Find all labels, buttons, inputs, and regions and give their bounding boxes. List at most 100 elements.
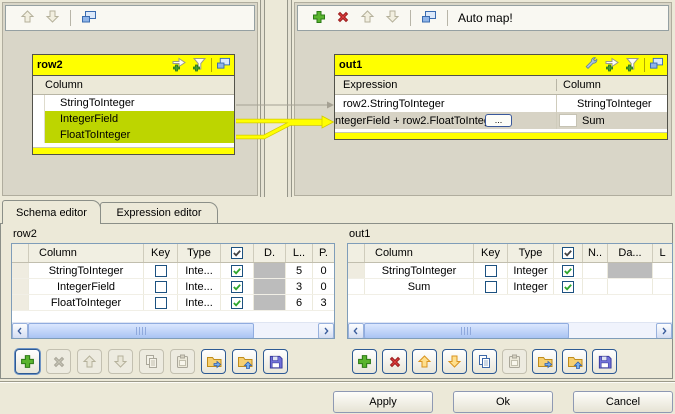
key-checkbox[interactable] bbox=[155, 297, 167, 309]
nullable-checkbox[interactable] bbox=[231, 281, 243, 293]
type-cell[interactable]: Inte... bbox=[178, 295, 221, 310]
key-checkbox[interactable] bbox=[485, 265, 497, 277]
h-scrollbar[interactable] bbox=[12, 322, 334, 338]
date-pattern-header[interactable]: D. bbox=[254, 244, 286, 262]
nullable-cell[interactable] bbox=[554, 279, 583, 294]
remove-icon[interactable] bbox=[336, 10, 350, 27]
move-up-button[interactable] bbox=[77, 349, 102, 374]
column-cell[interactable]: StringToInteger bbox=[365, 263, 474, 278]
row-header-cell[interactable] bbox=[348, 279, 365, 294]
key-cell[interactable] bbox=[144, 263, 178, 278]
scroll-left-button[interactable] bbox=[348, 323, 364, 339]
select-all-checkbox[interactable] bbox=[231, 247, 243, 259]
copy-button[interactable] bbox=[139, 349, 164, 374]
import-schema-button[interactable] bbox=[562, 349, 587, 374]
key-cell[interactable] bbox=[144, 279, 178, 294]
cell-editor-box[interactable] bbox=[559, 114, 577, 127]
schema-row[interactable]: FloatToInteger Inte... 6 3 bbox=[12, 295, 334, 311]
expression-cell[interactable]: ntegerField + row2.FloatToInteger ... bbox=[335, 112, 557, 129]
nullable-cell[interactable] bbox=[221, 263, 254, 278]
filter-icon[interactable] bbox=[624, 56, 640, 75]
scroll-left-button[interactable] bbox=[12, 323, 28, 339]
precision-cell[interactable]: 3 bbox=[313, 295, 334, 310]
tab-schema-editor[interactable]: Schema editor bbox=[2, 200, 101, 224]
column-header[interactable]: Column bbox=[365, 244, 474, 262]
nullable-checkbox[interactable] bbox=[562, 265, 574, 277]
nullable-cell[interactable] bbox=[221, 295, 254, 310]
precision-cell[interactable]: 0 bbox=[313, 279, 334, 294]
expression-builder-button[interactable]: ... bbox=[485, 114, 512, 127]
key-checkbox[interactable] bbox=[155, 281, 167, 293]
export-schema-button[interactable] bbox=[201, 349, 226, 374]
schema-row[interactable]: IntegerField Inte... 3 0 bbox=[12, 279, 334, 295]
nullable-check-header[interactable] bbox=[554, 244, 583, 262]
date-pattern-header[interactable]: Da... bbox=[608, 244, 653, 262]
length-cell[interactable] bbox=[653, 263, 672, 278]
select-all-checkbox[interactable] bbox=[562, 247, 574, 259]
apply-button[interactable]: Apply bbox=[333, 391, 433, 413]
type-cell[interactable]: Inte... bbox=[178, 279, 221, 294]
key-checkbox[interactable] bbox=[155, 265, 167, 277]
h-scrollbar[interactable] bbox=[348, 322, 672, 338]
nullable-header[interactable] bbox=[221, 244, 254, 262]
import-schema-button[interactable] bbox=[232, 349, 257, 374]
n-cell[interactable] bbox=[583, 279, 608, 294]
wrench-icon[interactable] bbox=[583, 56, 599, 75]
column-cell[interactable]: FloatToInteger bbox=[29, 295, 144, 310]
output-column-cell[interactable]: StringToInteger bbox=[557, 95, 667, 112]
type-cell[interactable]: Inte... bbox=[178, 263, 221, 278]
input-row-stringtointeger[interactable]: StringToInteger bbox=[33, 95, 234, 111]
row-header-cell[interactable] bbox=[12, 263, 29, 278]
nullable-cell[interactable] bbox=[221, 279, 254, 294]
type-cell[interactable]: Integer bbox=[508, 263, 554, 278]
cancel-button[interactable]: Cancel bbox=[573, 391, 673, 413]
length-cell[interactable]: 3 bbox=[286, 279, 313, 294]
key-cell[interactable] bbox=[474, 279, 508, 294]
paste-button[interactable] bbox=[502, 349, 527, 374]
move-up-icon[interactable] bbox=[20, 9, 35, 27]
n-cell[interactable] bbox=[583, 263, 608, 278]
move-down-icon[interactable] bbox=[385, 9, 400, 27]
expression-cell[interactable]: row2.StringToInteger bbox=[335, 95, 557, 112]
column-cell[interactable]: Sum bbox=[365, 279, 474, 294]
output-row-stringtointeger[interactable]: row2.StringToInteger StringToInteger bbox=[335, 95, 667, 112]
length-cell[interactable]: 5 bbox=[286, 263, 313, 278]
auto-map-button[interactable]: Auto map! bbox=[458, 11, 513, 25]
nullable-cell[interactable] bbox=[554, 263, 583, 278]
key-header[interactable]: Key bbox=[474, 244, 508, 262]
key-header[interactable]: Key bbox=[144, 244, 178, 262]
move-up-icon[interactable] bbox=[360, 9, 375, 27]
move-down-icon[interactable] bbox=[45, 9, 60, 27]
save-schema-button[interactable] bbox=[592, 349, 617, 374]
input-table-titlebar[interactable]: row2 bbox=[33, 55, 234, 76]
precision-cell[interactable]: 0 bbox=[313, 263, 334, 278]
remove-column-button[interactable] bbox=[46, 349, 71, 374]
scroll-thumb[interactable] bbox=[28, 323, 254, 339]
save-schema-button[interactable] bbox=[263, 349, 288, 374]
schema-row[interactable]: StringToInteger Inte... 5 0 bbox=[12, 263, 334, 279]
filter-icon[interactable] bbox=[191, 56, 207, 75]
add-icon[interactable] bbox=[312, 10, 326, 27]
add-entry-icon[interactable] bbox=[603, 56, 620, 75]
type-cell[interactable]: Integer bbox=[508, 279, 554, 294]
scroll-right-button[interactable] bbox=[656, 323, 672, 339]
precision-header[interactable]: P. bbox=[313, 244, 334, 262]
output-table-titlebar[interactable]: out1 bbox=[335, 55, 667, 76]
column-cell[interactable]: StringToInteger bbox=[29, 263, 144, 278]
column-cell[interactable]: IntegerField bbox=[29, 279, 144, 294]
tab-expression-editor[interactable]: Expression editor bbox=[100, 202, 218, 223]
key-checkbox[interactable] bbox=[485, 281, 497, 293]
schema-row[interactable]: Sum Integer bbox=[348, 279, 672, 295]
output-row-sum[interactable]: ntegerField + row2.FloatToInteger ... Su… bbox=[335, 112, 667, 129]
length-header[interactable]: L bbox=[653, 244, 672, 262]
input-row-integerfield[interactable]: IntegerField bbox=[33, 111, 234, 127]
ok-button[interactable]: Ok bbox=[453, 391, 553, 413]
length-header[interactable]: L.. bbox=[286, 244, 313, 262]
copy-button[interactable] bbox=[472, 349, 497, 374]
nullable-checkbox[interactable] bbox=[562, 281, 574, 293]
type-header[interactable]: Type bbox=[178, 244, 221, 262]
input-row-floattointeger[interactable]: FloatToInteger bbox=[33, 127, 234, 143]
vertical-sash[interactable] bbox=[260, 0, 265, 197]
minimize-window-icon[interactable] bbox=[421, 10, 437, 27]
row-header-cell[interactable] bbox=[12, 279, 29, 294]
